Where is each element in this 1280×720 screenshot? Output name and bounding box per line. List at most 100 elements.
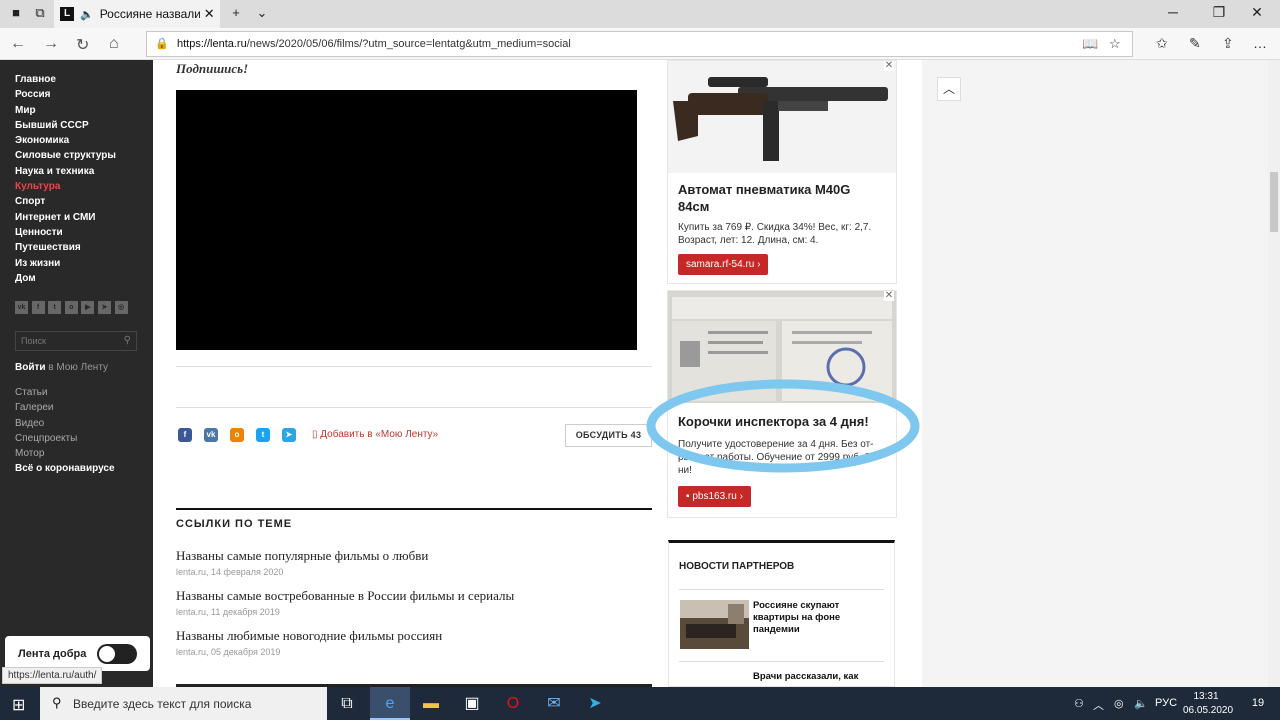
partners-heading: НОВОСТИ ПАРТНЕРОВ bbox=[679, 561, 795, 572]
store-icon[interactable]: ▣ bbox=[452, 687, 492, 720]
odnoklassniki-share-icon[interactable]: o bbox=[230, 428, 244, 442]
opera-icon[interactable]: O bbox=[493, 687, 533, 720]
vk-icon[interactable]: vk bbox=[15, 301, 28, 314]
menu-item[interactable]: Силовые структуры bbox=[15, 148, 116, 163]
menu-item[interactable]: Мир bbox=[15, 103, 116, 118]
refresh-icon[interactable]: ↻ bbox=[76, 35, 89, 55]
new-tab-icon[interactable]: + bbox=[228, 5, 244, 21]
close-ad-icon[interactable]: ✕ bbox=[884, 61, 894, 71]
menu-item[interactable]: Наука и техника bbox=[15, 164, 116, 179]
video-player[interactable] bbox=[176, 90, 637, 350]
scrollbar-thumb[interactable] bbox=[1270, 172, 1278, 232]
close-window-icon[interactable]: ✕ bbox=[1234, 4, 1280, 21]
edge-icon[interactable]: e bbox=[370, 687, 410, 720]
task-view-icon[interactable]: ⧉ bbox=[327, 687, 367, 720]
instagram-icon[interactable]: ◎ bbox=[114, 301, 128, 314]
back-icon[interactable]: ← bbox=[10, 35, 26, 53]
extra-link[interactable]: Мотор bbox=[15, 446, 115, 461]
menu-item[interactable]: Бывший СССР bbox=[15, 118, 116, 133]
url-text[interactable]: https://lenta.ru/news/2020/05/06/films/?… bbox=[177, 38, 571, 50]
share-icon[interactable]: ⇪ bbox=[1222, 35, 1234, 52]
partner-news-title[interactable]: Врачи рассказали, как bbox=[753, 671, 881, 683]
tab-actions-icon[interactable]: ■ bbox=[8, 5, 24, 21]
vk-share-icon[interactable]: vk bbox=[204, 428, 218, 442]
menu-item[interactable]: Россия bbox=[15, 87, 116, 102]
youtube-icon[interactable]: ▶ bbox=[81, 301, 95, 314]
favorite-star-icon[interactable]: ☆ bbox=[1109, 36, 1121, 52]
facebook-share-icon[interactable]: f bbox=[178, 428, 192, 442]
url-field[interactable]: 🔒 https://lenta.ru/news/2020/05/06/films… bbox=[146, 31, 1133, 57]
clock-time: 13:31 bbox=[1193, 691, 1219, 702]
rifle-image bbox=[668, 61, 896, 173]
menu-item[interactable]: Из жизни bbox=[15, 256, 116, 271]
more-icon[interactable]: … bbox=[1253, 35, 1267, 51]
extra-link[interactable]: Спецпроекты bbox=[15, 431, 115, 446]
clock[interactable]: 13:31 06.05.2020 bbox=[1183, 690, 1234, 718]
menu-item-active[interactable]: Культура bbox=[15, 179, 116, 194]
telegram-icon[interactable]: ➤ bbox=[97, 301, 111, 314]
browser-tab[interactable]: L 🔈 Россияне назвали ✕ bbox=[54, 0, 220, 28]
related-link[interactable]: Названы самые популярные фильмы о любви … bbox=[176, 548, 428, 577]
related-link[interactable]: Названы любимые новогодние фильмы россия… bbox=[176, 628, 442, 657]
tray-chevron-icon[interactable]: ︿ bbox=[1093, 697, 1104, 713]
scroll-up-button[interactable]: ︿ bbox=[937, 77, 961, 101]
pen-icon[interactable]: ✎ bbox=[1189, 35, 1201, 52]
menu-item[interactable]: Экономика bbox=[15, 133, 116, 148]
social-links: vk f t o ▶ ➤ ◎ bbox=[15, 301, 131, 314]
menu-item[interactable]: Спорт bbox=[15, 194, 116, 209]
ad-block[interactable]: ✕ Автомат пневматика M40G 84см Купить за… bbox=[667, 60, 897, 284]
menu-item[interactable]: Путешествия bbox=[15, 240, 116, 255]
discuss-button[interactable]: ОБСУДИТЬ 43 bbox=[565, 424, 652, 447]
twitter-icon[interactable]: t bbox=[48, 301, 62, 314]
taskbar-search-input[interactable]: ⚲ Введите здесь текст для поиска bbox=[40, 687, 327, 720]
tab-preview-icon[interactable]: ⧉ bbox=[32, 5, 48, 21]
login-link[interactable]: Войти в Мою Ленту bbox=[15, 362, 108, 373]
minimize-icon[interactable]: ─ bbox=[1150, 4, 1196, 20]
reading-view-icon[interactable]: 📖 bbox=[1082, 36, 1098, 52]
close-tab-icon[interactable]: ✕ bbox=[204, 6, 215, 22]
ad-link-button[interactable]: samara.rf-54.ru › bbox=[678, 254, 769, 275]
extra-link[interactable]: Видео bbox=[15, 416, 115, 431]
close-ad-icon[interactable]: ✕ bbox=[884, 291, 894, 301]
extra-links: Статьи Галереи Видео Спецпроекты Мотор В… bbox=[15, 385, 115, 477]
divider bbox=[679, 589, 884, 590]
telegram-share-icon[interactable]: ➤ bbox=[282, 428, 296, 442]
network-icon[interactable]: ◎ bbox=[1114, 697, 1124, 710]
menu-item[interactable]: Главное bbox=[15, 72, 116, 87]
lock-icon[interactable]: 🔒 bbox=[155, 37, 169, 50]
add-to-lenta-link[interactable]: ▯ Добавить в «Мою Ленту» bbox=[312, 429, 438, 440]
people-icon[interactable]: ⚇ bbox=[1074, 697, 1084, 710]
search-input[interactable]: Поиск ⚲ bbox=[15, 331, 137, 351]
corona-link[interactable]: Всё о коронавирусе bbox=[15, 461, 115, 476]
ad-title[interactable]: Автомат пневматика M40G 84см bbox=[678, 181, 878, 215]
page-scrollbar[interactable] bbox=[1268, 60, 1280, 687]
language-indicator[interactable]: РУС bbox=[1155, 697, 1177, 709]
search-icon[interactable]: ⚲ bbox=[124, 335, 131, 346]
explorer-icon[interactable]: ▬ bbox=[411, 687, 451, 720]
menu-item[interactable]: Ценности bbox=[15, 225, 116, 240]
chevron-down-icon[interactable]: ⌄ bbox=[254, 5, 270, 21]
ad-link-button[interactable]: ▪ pbs163.ru › bbox=[678, 486, 751, 507]
partner-news-title[interactable]: Россияне скупают квартиры на фоне пандем… bbox=[753, 600, 881, 636]
search-placeholder: Поиск bbox=[21, 336, 46, 346]
facebook-icon[interactable]: f bbox=[31, 301, 45, 314]
volume-icon[interactable]: 🔈 bbox=[1134, 697, 1148, 710]
related-link[interactable]: Названы самые востребованные в России фи… bbox=[176, 588, 514, 617]
odnoklassniki-icon[interactable]: o bbox=[64, 301, 78, 314]
favorites-icon[interactable]: ✩ bbox=[1156, 35, 1168, 52]
menu-item[interactable]: Интернет и СМИ bbox=[15, 210, 116, 225]
mail-icon[interactable]: ✉ bbox=[534, 687, 574, 720]
extra-link[interactable]: Галереи bbox=[15, 400, 115, 415]
clock-date: 06.05.2020 bbox=[1183, 705, 1234, 716]
telegram-app-icon[interactable]: ➤ bbox=[575, 687, 615, 720]
notifications-icon[interactable]: 19 bbox=[1248, 693, 1268, 713]
windows-taskbar: ⊞ ⚲ Введите здесь текст для поиска ⧉ e ▬… bbox=[0, 687, 1280, 720]
speaker-icon[interactable]: 🔈 bbox=[80, 8, 94, 21]
forward-icon[interactable]: → bbox=[43, 35, 59, 53]
menu-item[interactable]: Дом bbox=[15, 271, 116, 286]
windows-start-icon[interactable]: ⊞ bbox=[12, 695, 25, 715]
lenta-dobra-toggle[interactable] bbox=[97, 644, 137, 664]
home-icon[interactable]: ⌂ bbox=[109, 35, 119, 53]
extra-link[interactable]: Статьи bbox=[15, 385, 115, 400]
twitter-share-icon[interactable]: t bbox=[256, 428, 270, 442]
